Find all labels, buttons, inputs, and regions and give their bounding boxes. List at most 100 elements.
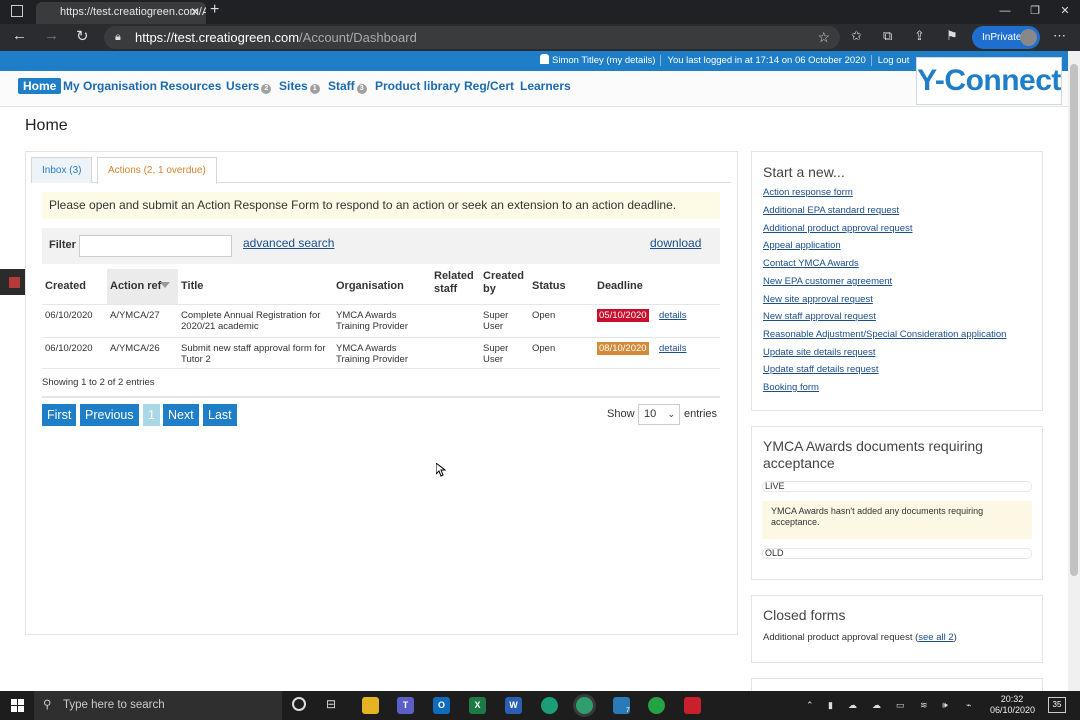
back-icon[interactable]: ←	[12, 27, 27, 44]
tab-actions[interactable]: Actions (2, 1 overdue)	[97, 157, 217, 184]
pager-current-page[interactable]: 1	[143, 404, 160, 426]
cloud-icon[interactable]: ☁	[872, 691, 881, 720]
logout-link[interactable]: Log out	[870, 55, 910, 66]
share-icon[interactable]: ⇪	[914, 28, 925, 44]
teams-icon[interactable]: T	[397, 697, 414, 714]
task-view-icon[interactable]: ⊟	[326, 697, 336, 711]
link-update-site-details[interactable]: Update site details request	[763, 347, 875, 358]
filter-bar: Filter advanced search download	[42, 228, 720, 264]
usb-icon[interactable]: ▮	[828, 691, 833, 720]
closed-forms-title: Closed forms	[763, 607, 846, 623]
filter-input[interactable]	[79, 235, 232, 257]
inprivate-button[interactable]: InPrivate	[972, 26, 1040, 49]
col-created-by[interactable]: Created by	[483, 270, 527, 296]
users-count-badge: 2	[261, 84, 272, 94]
link-additional-product-approval[interactable]: Additional product approval request	[763, 223, 912, 234]
col-title[interactable]: Title	[181, 280, 203, 293]
my-details-link[interactable]: Simon Titley (my details)	[540, 54, 660, 66]
link-action-response-form[interactable]: Action response form	[763, 187, 853, 198]
show-label: Show	[607, 408, 635, 420]
close-tab-icon[interactable]: ✕	[190, 2, 200, 22]
details-link[interactable]: details	[659, 310, 686, 321]
entries-info: Showing 1 to 2 of 2 entries	[42, 377, 155, 388]
live-section[interactable]: LIVE	[762, 481, 1032, 492]
nav-users[interactable]: Users 2	[226, 79, 272, 94]
nav-home[interactable]: Home	[18, 78, 62, 94]
col-deadline[interactable]: Deadline	[597, 280, 643, 293]
edge-dev-icon[interactable]	[576, 697, 593, 714]
refresh-icon[interactable]: ↻	[76, 27, 89, 45]
word-icon[interactable]: W	[505, 697, 522, 714]
browser-tab[interactable]: https://test.creatiogreen.com/Ac ✕	[36, 2, 206, 24]
network-icon[interactable]: ⌁	[966, 691, 971, 720]
edge-beta-icon[interactable]	[541, 697, 558, 714]
link-appeal-application[interactable]: Appeal application	[763, 240, 841, 251]
link-contact-ymca[interactable]: Contact YMCA Awards	[763, 258, 859, 269]
see-all-link[interactable]: see all 2	[918, 632, 953, 643]
excel-icon[interactable]: X	[469, 697, 486, 714]
file-explorer-icon[interactable]	[362, 697, 379, 714]
scrollbar-thumb[interactable]	[1070, 64, 1078, 576]
tab-inbox[interactable]: Inbox (3)	[31, 157, 93, 183]
windows-start-icon[interactable]	[11, 699, 24, 712]
restore-icon[interactable]: ❐	[1020, 0, 1050, 24]
feedback-icon[interactable]: ⚑	[946, 28, 958, 44]
download-link[interactable]: download	[650, 236, 701, 250]
nav-my-organisation[interactable]: My Organisation	[63, 79, 157, 93]
col-created[interactable]: Created	[45, 280, 86, 293]
tray-overflow-icon[interactable]: ⌃	[806, 691, 814, 720]
tab-actions-icon[interactable]	[11, 5, 23, 17]
details-link[interactable]: details	[659, 343, 686, 354]
battery-icon[interactable]: ▭	[896, 691, 905, 720]
favorites-icon[interactable]: ✩	[851, 28, 862, 44]
more-menu-icon[interactable]: ⋯	[1053, 28, 1066, 44]
nav-sites[interactable]: Sites 1	[279, 79, 320, 94]
col-action-ref[interactable]: Action ref	[110, 280, 161, 293]
forward-icon[interactable]: →	[44, 27, 59, 44]
pager-next-button[interactable]: Next	[163, 404, 199, 426]
new-tab-icon[interactable]: +	[210, 1, 219, 19]
y-connect-logo[interactable]: Y-Connect	[916, 57, 1062, 105]
nav-reg-cert[interactable]: Reg/Cert	[464, 79, 514, 93]
recording-indicator[interactable]	[0, 269, 28, 295]
link-update-staff-details[interactable]: Update staff details request	[763, 364, 878, 375]
link-additional-epa-standard[interactable]: Additional EPA standard request	[763, 205, 899, 216]
outlook-icon[interactable]: O	[433, 697, 450, 714]
search-placeholder: Type here to search	[63, 699, 165, 711]
nav-staff[interactable]: Staff 3	[328, 79, 367, 94]
link-reasonable-adjustment[interactable]: Reasonable Adjustment/Special Considerat…	[763, 329, 1006, 340]
taskbar-search-input[interactable]: ⚲ Type here to search	[34, 691, 282, 720]
favorite-star-icon[interactable]: ☆	[817, 26, 830, 49]
nav-resources[interactable]: Resources	[160, 79, 221, 93]
collections-icon[interactable]: ⧉	[883, 28, 892, 44]
advanced-search-link[interactable]: advanced search	[243, 236, 334, 250]
col-status[interactable]: Status	[532, 280, 566, 293]
taskbar-clock[interactable]: 20:32 06/10/2020	[990, 694, 1035, 716]
browser-titlebar: https://test.creatiogreen.com/Ac ✕ + — ❐…	[0, 0, 1080, 24]
pager-previous-button[interactable]: Previous	[80, 404, 139, 426]
filter-label: Filter	[49, 239, 76, 251]
link-booking-form[interactable]: Booking form	[763, 382, 819, 393]
link-new-epa-agreement[interactable]: New EPA customer agreement	[763, 276, 892, 287]
url-input[interactable]: 🔒︎ https://test.creatiogreen.com/Account…	[104, 26, 840, 49]
col-related-staff[interactable]: Related staff	[434, 270, 478, 296]
link-new-site-approval[interactable]: New site approval request	[763, 294, 873, 305]
red-app-icon[interactable]	[684, 697, 701, 714]
whatsapp-icon[interactable]	[648, 697, 665, 714]
minimize-icon[interactable]: —	[990, 0, 1020, 24]
pager-last-button[interactable]: Last	[203, 404, 237, 426]
wifi-icon[interactable]: ≋	[920, 691, 928, 720]
notifications-icon[interactable]: 35	[1048, 697, 1066, 713]
nav-learners[interactable]: Learners	[520, 79, 571, 93]
close-window-icon[interactable]: ✕	[1050, 0, 1080, 24]
nav-product-library[interactable]: Product library	[375, 79, 460, 93]
cortana-icon[interactable]	[292, 697, 306, 711]
col-organisation[interactable]: Organisation	[336, 280, 404, 293]
pager-first-button[interactable]: First	[42, 404, 77, 426]
volume-icon[interactable]: 🕪︎	[942, 691, 948, 720]
link-new-staff-approval[interactable]: New staff approval request	[763, 311, 876, 322]
old-section[interactable]: OLD	[762, 548, 1032, 559]
page-size-select[interactable]: 10 ⌄	[638, 404, 680, 425]
onedrive-icon[interactable]: ☁	[848, 691, 857, 720]
nav-sites-label: Sites	[279, 79, 308, 93]
